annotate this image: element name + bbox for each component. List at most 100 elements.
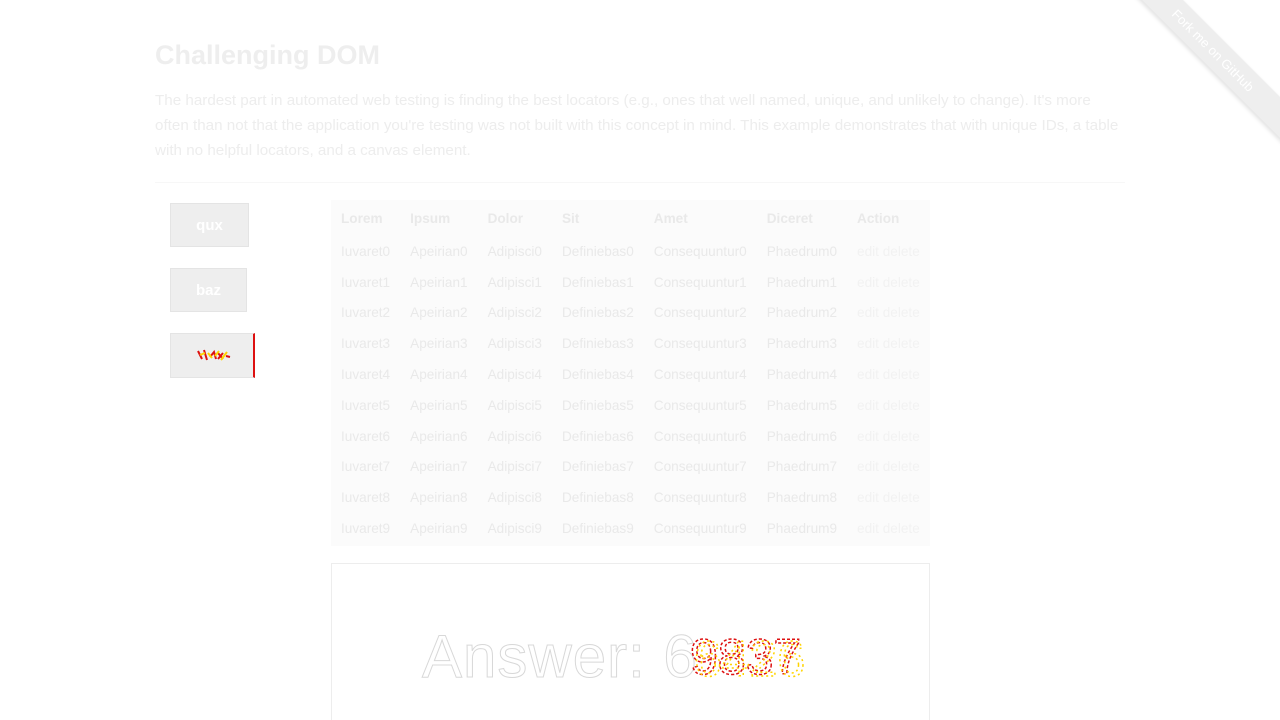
table-cell: Apeirian3 [410, 336, 468, 352]
table-header-row: Lorem Ipsum Dolor Sit Amet Diceret Actio… [331, 200, 930, 236]
table-cell: Definiebas2 [561, 305, 634, 321]
table-cell: Phaedrum5 [766, 397, 838, 413]
table-cell: Iuvaret5 [341, 397, 391, 413]
column-header-action: Action [857, 210, 900, 226]
table-cell: Iuvaret2 [341, 305, 391, 321]
intro-paragraph: The hardest part in automated web testin… [155, 92, 1119, 159]
github-ribbon: Fork me on GitHub [1130, 0, 1280, 150]
column-header-lorem: Lorem [341, 210, 383, 226]
delete-link[interactable]: delete [883, 367, 920, 382]
table-cell: Phaedrum3 [766, 336, 838, 352]
table-row: Iuvaret8 Apeirian8 Adipisci8 Definiebas8 Con… [331, 482, 930, 513]
table-cell: Consequuntur5 [653, 397, 747, 413]
delete-link[interactable]: delete [883, 336, 920, 351]
table-cell: Apeirian9 [410, 521, 468, 537]
table-cell: Apeirian5 [410, 397, 468, 413]
edit-link[interactable]: edit [857, 429, 879, 444]
answer-canvas: Answer: 6 9837 6426 [331, 563, 930, 720]
edit-link[interactable]: edit [857, 275, 879, 290]
edit-link[interactable]: edit [857, 521, 879, 536]
table-cell: Adipisci5 [487, 397, 542, 413]
delete-link[interactable]: delete [883, 459, 920, 474]
delete-link[interactable]: delete [883, 398, 920, 413]
table-cell: Consequuntur9 [653, 521, 747, 537]
table-cell: Definiebas4 [561, 367, 634, 383]
table-cell: Consequuntur1 [653, 274, 747, 290]
action-cell: edit delete [847, 482, 930, 513]
table-cell: Consequuntur4 [653, 367, 747, 383]
table-cell: Definiebas3 [561, 336, 634, 352]
table-cell: Iuvaret8 [341, 490, 391, 506]
table-cell: Iuvaret0 [341, 243, 391, 259]
column-header-sit: Sit [561, 210, 580, 226]
table-row: Iuvaret2 Apeirian2 Adipisci2 Definiebas2 Con… [331, 298, 930, 329]
action-cell: edit delete [847, 236, 930, 267]
table-cell: Adipisci9 [487, 521, 542, 537]
fork-me-link[interactable]: Fork me on GitHub [1130, 0, 1280, 143]
table-cell: Definiebas9 [561, 521, 634, 537]
table-cell: Apeirian4 [410, 367, 468, 383]
table-cell: Iuvaret9 [341, 521, 391, 537]
delete-link[interactable]: delete [883, 490, 920, 505]
column-header-ipsum: Ipsum [410, 210, 451, 226]
table-cell: Consequuntur6 [653, 428, 747, 444]
table-cell: Apeirian2 [410, 305, 468, 321]
scrambled-digits-icon: 9837 6426 [689, 632, 806, 682]
delete-link[interactable]: delete [883, 275, 920, 290]
table-cell: Phaedrum9 [766, 521, 838, 537]
column-header-diceret: Diceret [766, 210, 813, 226]
data-table: Lorem Ipsum Dolor Sit Amet Diceret Actio… [331, 200, 930, 546]
table-cell: Consequuntur8 [653, 490, 747, 506]
table-row: Iuvaret6 Apeirian6 Adipisci6 Definiebas6 Con… [331, 421, 930, 452]
delete-link[interactable]: delete [883, 521, 920, 536]
table-cell: Apeirian0 [410, 243, 468, 259]
table-cell: Adipisci1 [487, 274, 542, 290]
table-row: Iuvaret3 Apeirian3 Adipisci3 Definiebas3 Con… [331, 328, 930, 359]
table-cell: Iuvaret1 [341, 274, 391, 290]
edit-link[interactable]: edit [857, 305, 879, 320]
table-cell: Definiebas8 [561, 490, 634, 506]
table-body: Iuvaret0 Apeirian0 Adipisci0 Definiebas0 Con… [331, 236, 930, 546]
svg-text:6426: 6426 [694, 632, 805, 682]
edit-link[interactable]: edit [857, 398, 879, 413]
table-row: Iuvaret0 Apeirian0 Adipisci0 Definiebas0 Con… [331, 236, 930, 267]
table-cell: Apeirian8 [410, 490, 468, 506]
baz-button[interactable]: baz [170, 268, 247, 312]
table-cell: Apeirian1 [410, 274, 468, 290]
table-cell: Phaedrum4 [766, 367, 838, 383]
page-title: Challenging DOM [155, 40, 380, 70]
edit-link[interactable]: edit [857, 459, 879, 474]
edit-link[interactable]: edit [857, 244, 879, 259]
column-header-dolor: Dolor [487, 210, 524, 226]
table-cell: Definiebas5 [561, 397, 634, 413]
table-cell: Iuvaret6 [341, 428, 391, 444]
table-cell: Adipisci7 [487, 459, 542, 475]
delete-link[interactable]: delete [883, 305, 920, 320]
table-cell: Phaedrum1 [766, 274, 838, 290]
qux-button[interactable]: qux [170, 203, 249, 247]
action-cell: edit delete [847, 421, 930, 452]
alert-button[interactable]: qux [170, 333, 255, 378]
action-cell: edit delete [847, 359, 930, 390]
table-cell: Definiebas6 [561, 428, 634, 444]
table-cell: Adipisci8 [487, 490, 542, 506]
table-cell: Phaedrum0 [766, 243, 838, 259]
table-cell: Consequuntur0 [653, 243, 747, 259]
table-row: Iuvaret9 Apeirian9 Adipisci9 Definiebas9 Con… [331, 513, 930, 546]
delete-link[interactable]: delete [883, 244, 920, 259]
action-cell: edit delete [847, 513, 930, 546]
delete-link[interactable]: delete [883, 429, 920, 444]
table-cell: Definiebas0 [561, 243, 634, 259]
table-cell: Consequuntur7 [653, 459, 747, 475]
table-cell: Adipisci6 [487, 428, 542, 444]
table-row: Iuvaret1 Apeirian1 Adipisci1 Definiebas1 Con… [331, 267, 930, 298]
edit-link[interactable]: edit [857, 336, 879, 351]
edit-link[interactable]: edit [857, 367, 879, 382]
table-cell: Phaedrum8 [766, 490, 838, 506]
page: Fork me on GitHub Challenging DOM The ha… [0, 0, 1280, 720]
table-cell: Definiebas7 [561, 459, 634, 475]
table-cell: Apeirian7 [410, 459, 468, 475]
table-cell: Phaedrum6 [766, 428, 838, 444]
edit-link[interactable]: edit [857, 490, 879, 505]
table-cell: Adipisci4 [487, 367, 542, 383]
